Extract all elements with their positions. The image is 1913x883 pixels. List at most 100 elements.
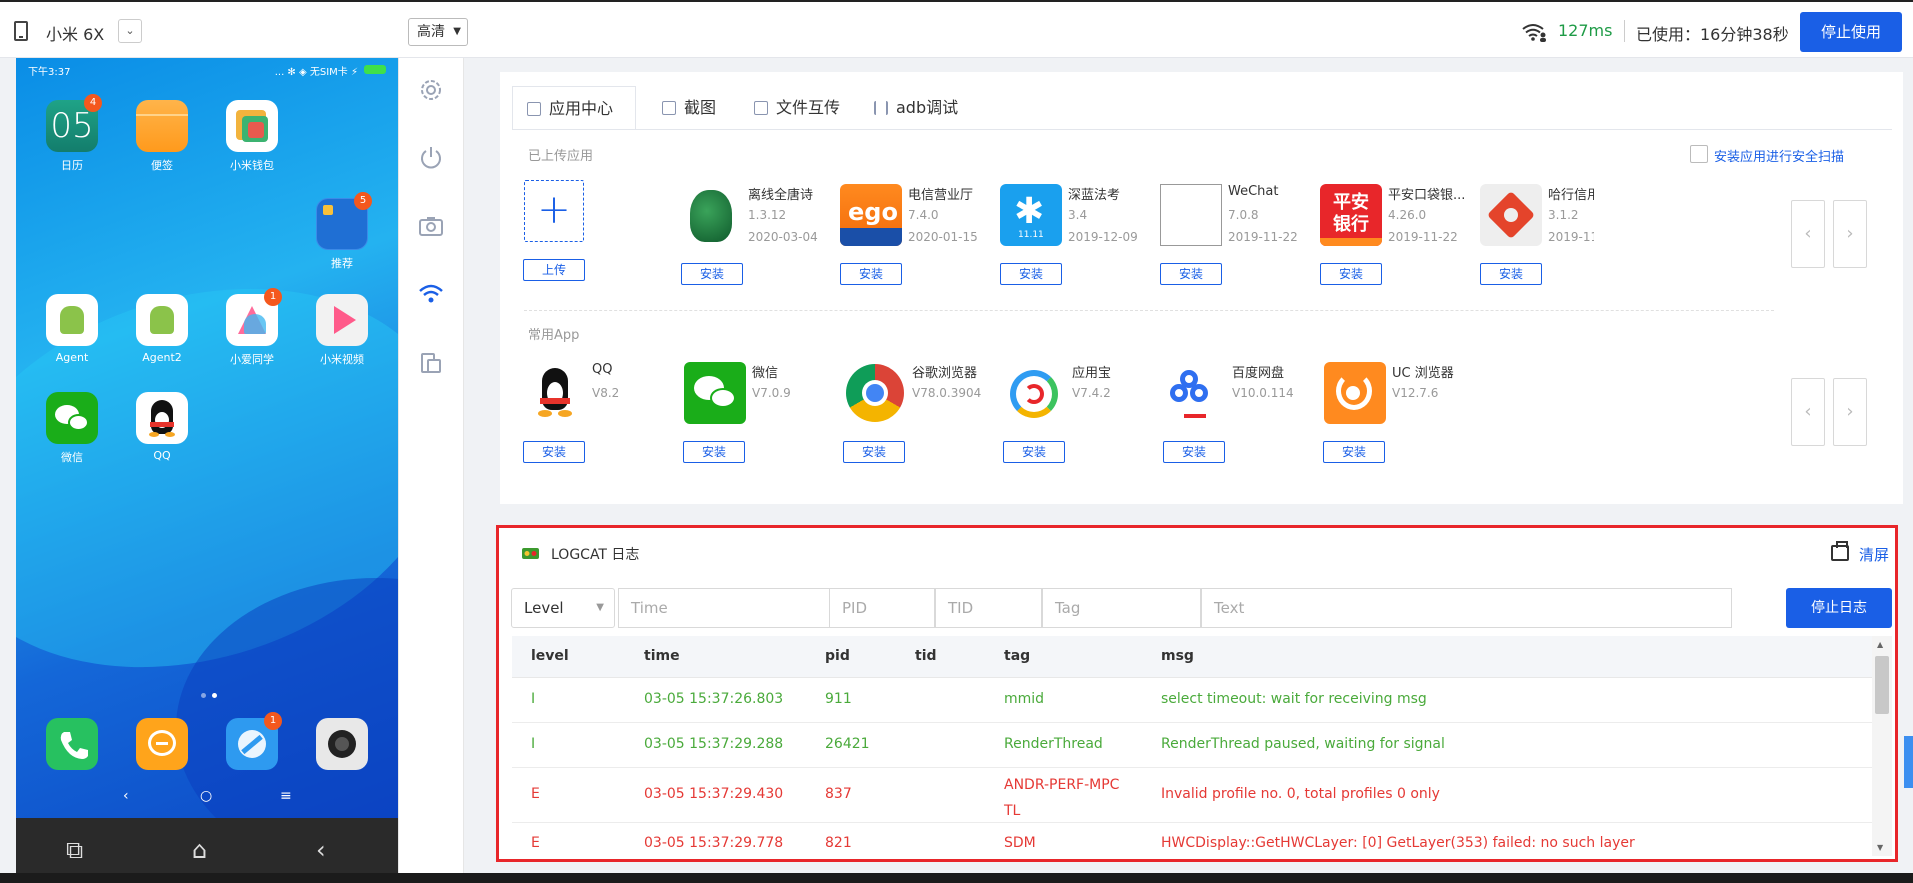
install-button[interactable]: 安装 bbox=[523, 441, 585, 463]
app-agent2[interactable]: Agent2 bbox=[122, 294, 202, 364]
power-icon[interactable] bbox=[417, 144, 445, 172]
scrollbar-thumb[interactable] bbox=[1875, 656, 1889, 714]
back-button[interactable]: ‹ bbox=[316, 836, 326, 864]
dock-browser[interactable]: 1 bbox=[212, 712, 292, 770]
app-name: 哈行信用 bbox=[1548, 188, 1594, 203]
log-scrollbar[interactable]: ▲ ▼ bbox=[1872, 636, 1892, 856]
install-button[interactable]: 安装 bbox=[1323, 441, 1385, 463]
install-button[interactable]: 安装 bbox=[1480, 263, 1542, 285]
scroll-up-icon[interactable]: ▲ bbox=[1877, 640, 1883, 649]
clear-icon[interactable] bbox=[1831, 541, 1849, 561]
uploaded-prev-button[interactable]: ‹ bbox=[1791, 200, 1825, 268]
col-tid[interactable]: tid bbox=[915, 648, 937, 664]
uploaded-next-button[interactable]: › bbox=[1833, 200, 1867, 268]
install-button[interactable]: 安装 bbox=[681, 263, 743, 285]
tab-app-center[interactable]: 应用中心 bbox=[512, 86, 636, 130]
common-next-button[interactable]: › bbox=[1833, 378, 1867, 446]
stop-using-button[interactable]: 停止使用 bbox=[1800, 12, 1902, 52]
checkbox[interactable] bbox=[1690, 145, 1708, 163]
col-msg[interactable]: msg bbox=[1161, 648, 1194, 664]
app-xiaoai[interactable]: 1 小爱同学 bbox=[212, 288, 292, 367]
dock-messages[interactable] bbox=[122, 718, 202, 770]
upload-add-button[interactable]: + bbox=[524, 180, 584, 242]
col-level[interactable]: level bbox=[531, 648, 569, 664]
install-button[interactable]: 安装 bbox=[1163, 441, 1225, 463]
tab-adb-debug[interactable]: adb调试 bbox=[860, 86, 980, 130]
camera-icon bbox=[316, 718, 368, 770]
app-recommend[interactable]: 5 推荐 bbox=[302, 192, 382, 271]
caret-down-icon: ▼ bbox=[453, 26, 461, 37]
side-feedback-tab[interactable] bbox=[1904, 736, 1913, 788]
app-name: 深蓝法考 bbox=[1068, 188, 1121, 203]
app-label: QQ bbox=[153, 449, 171, 462]
soft-home-button[interactable]: ○ bbox=[200, 788, 212, 804]
log-msg: select timeout: wait for receiving msg bbox=[1161, 691, 1427, 707]
camera-screenshot-icon[interactable] bbox=[417, 212, 445, 240]
level-select[interactable]: Level ▼ bbox=[511, 588, 615, 628]
install-button[interactable]: 安装 bbox=[1003, 441, 1065, 463]
col-time[interactable]: time bbox=[644, 648, 680, 664]
common-prev-button[interactable]: ‹ bbox=[1791, 378, 1825, 446]
page-indicator bbox=[198, 686, 220, 702]
app-qq[interactable]: QQ bbox=[122, 392, 202, 462]
clear-screen-button[interactable]: 清屏 bbox=[1859, 544, 1889, 565]
scroll-down-icon[interactable]: ▼ bbox=[1877, 843, 1883, 852]
col-tag[interactable]: tag bbox=[1004, 648, 1030, 664]
install-button[interactable]: 安装 bbox=[843, 441, 905, 463]
latency-value: 127ms bbox=[1558, 21, 1613, 40]
soft-back-button[interactable]: ‹ bbox=[123, 788, 129, 804]
security-scan-checkbox[interactable]: 安装应用进行安全扫描 bbox=[1690, 145, 1844, 165]
install-button[interactable]: 安装 bbox=[1000, 263, 1062, 285]
tab-file-transfer[interactable]: 文件互传 bbox=[740, 86, 860, 130]
notification-badge: 1 bbox=[264, 712, 282, 730]
log-row[interactable]: E 03-05 15:37:29.430 837 ANDR-PERF-MPC T… bbox=[512, 768, 1872, 823]
settings-gear-icon[interactable] bbox=[417, 76, 445, 104]
rotate-screen-icon[interactable] bbox=[417, 348, 445, 376]
home-button[interactable]: ⌂ bbox=[192, 836, 207, 864]
app-date: 2019-12-09 bbox=[1068, 230, 1138, 244]
log-row[interactable]: I 03-05 15:37:29.288 26421 RenderThread … bbox=[512, 723, 1872, 768]
text-filter-input[interactable]: Text bbox=[1201, 588, 1732, 628]
dock-phone[interactable] bbox=[32, 718, 112, 770]
tag-filter-input[interactable]: Tag bbox=[1042, 588, 1201, 628]
tab-screenshot[interactable]: 截图 bbox=[648, 86, 748, 130]
uploaded-section-title: 已上传应用 bbox=[528, 149, 594, 164]
wifi-icon[interactable] bbox=[417, 280, 445, 308]
install-button[interactable]: 安装 bbox=[683, 441, 745, 463]
log-row[interactable]: E 03-05 15:37:29.778 821 SDM HWCDisplay:… bbox=[512, 823, 1872, 859]
status-indicators: ... ✻ ◈ 无SIM卡 ⚡ bbox=[274, 67, 358, 78]
app-wechat[interactable]: 微信 bbox=[32, 392, 112, 465]
device-dropdown-button[interactable]: ⌄ bbox=[118, 19, 142, 43]
tid-filter-input[interactable]: TID bbox=[935, 588, 1042, 628]
soft-menu-button[interactable]: ≡ bbox=[280, 788, 292, 804]
install-button[interactable]: 安装 bbox=[1320, 263, 1382, 285]
app-mi-wallet[interactable]: 小米钱包 bbox=[212, 100, 292, 173]
app-store-icon bbox=[1004, 362, 1066, 424]
video-play-icon bbox=[316, 294, 368, 346]
stop-log-button[interactable]: 停止日志 bbox=[1786, 588, 1892, 628]
app-name: 平安口袋银... bbox=[1388, 188, 1466, 203]
taskbar-strip bbox=[0, 873, 1913, 883]
app-version: V10.0.114 bbox=[1232, 386, 1294, 400]
app-mi-video[interactable]: 小米视频 bbox=[302, 294, 382, 367]
log-tag: SDM bbox=[1004, 835, 1036, 851]
phone-screen[interactable]: 下午3:37 ... ✻ ◈ 无SIM卡 ⚡ 05 4 日历 便签 小米钱包 5… bbox=[16, 58, 398, 883]
app-agent[interactable]: Agent bbox=[32, 294, 112, 364]
sliders-icon bbox=[874, 101, 888, 115]
app-label: 日历 bbox=[61, 159, 83, 172]
quality-select[interactable]: 高清 ▼ bbox=[408, 18, 468, 46]
install-button[interactable]: 安装 bbox=[1160, 263, 1222, 285]
app-date: 2019-11-22 bbox=[1388, 230, 1458, 244]
pid-filter-input[interactable]: PID bbox=[829, 588, 935, 628]
recents-button[interactable]: ⧉ bbox=[66, 836, 83, 864]
wechat-icon bbox=[46, 392, 98, 444]
app-calendar[interactable]: 05 4 日历 bbox=[32, 94, 112, 173]
log-row[interactable]: I 03-05 15:37:26.803 911 mmid select tim… bbox=[512, 678, 1872, 723]
app-notes[interactable]: 便签 bbox=[122, 100, 202, 173]
notification-badge: 4 bbox=[84, 94, 102, 112]
col-pid[interactable]: pid bbox=[825, 648, 850, 664]
time-filter-input[interactable]: Time bbox=[618, 588, 830, 628]
install-button[interactable]: 安装 bbox=[840, 263, 902, 285]
dock-camera[interactable] bbox=[302, 718, 382, 770]
upload-button[interactable]: 上传 bbox=[523, 259, 585, 281]
